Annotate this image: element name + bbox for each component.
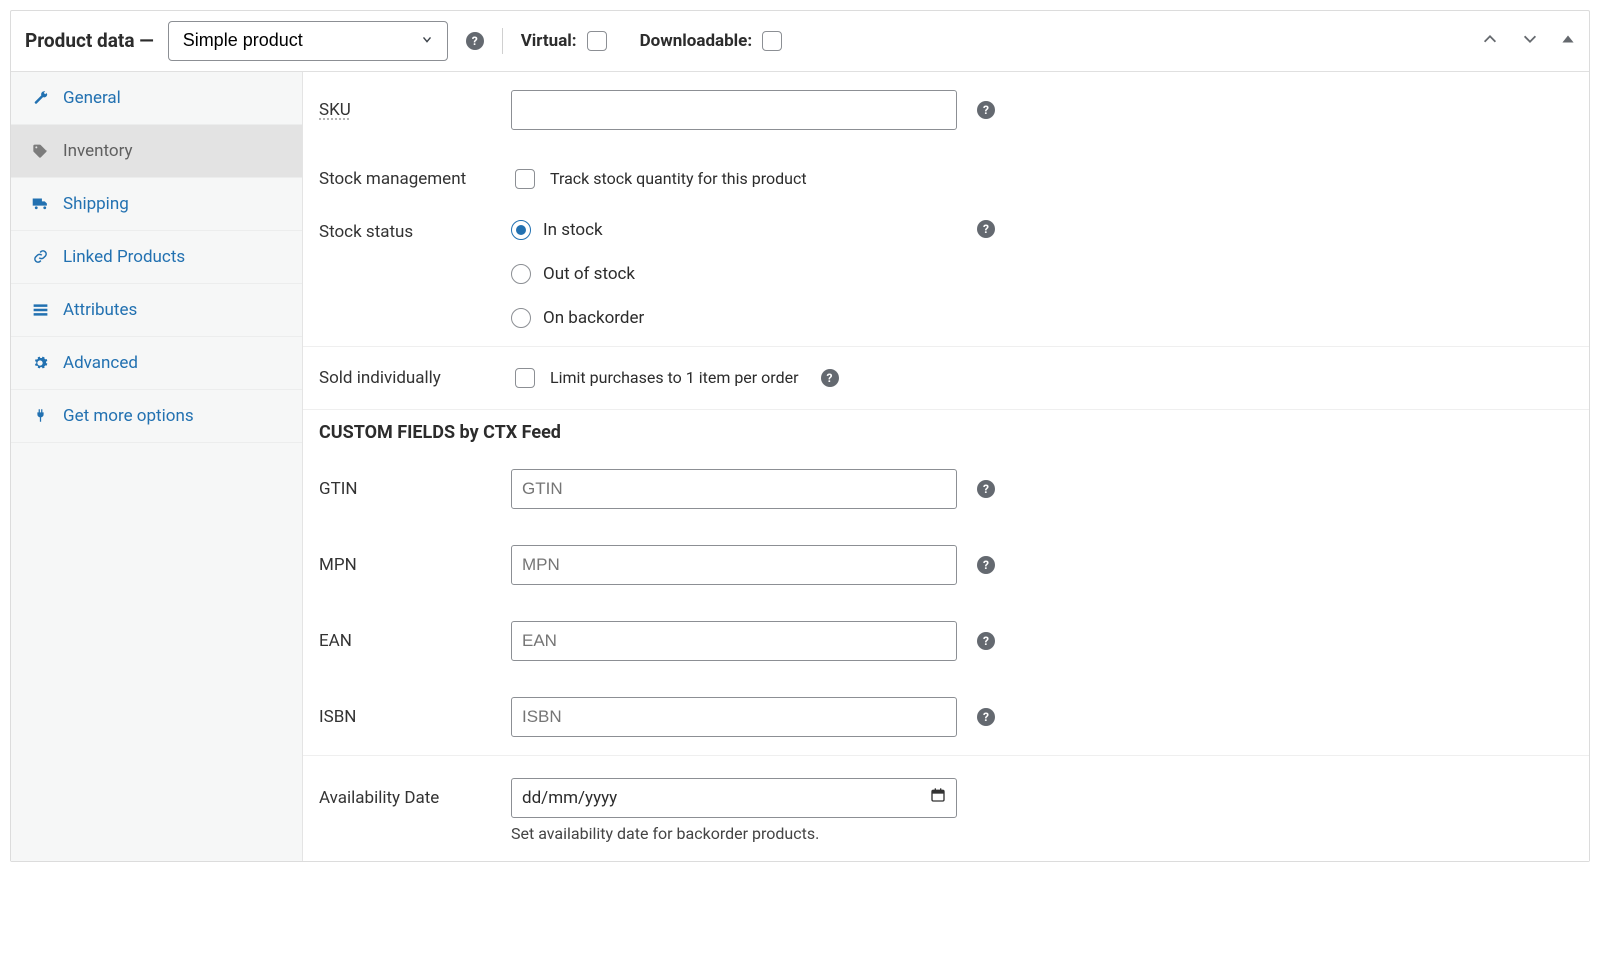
gear-icon (31, 355, 49, 371)
help-icon[interactable]: ? (466, 32, 484, 50)
product-data-title: Product data — (25, 29, 154, 52)
downloadable-checkbox[interactable] (762, 31, 782, 51)
tab-inventory[interactable]: Inventory (11, 125, 302, 178)
help-icon[interactable]: ? (977, 101, 995, 119)
product-data-metabox: Product data — Simple product ? Virtual:… (10, 10, 1590, 862)
product-data-header: Product data — Simple product ? Virtual:… (11, 11, 1589, 72)
help-icon[interactable]: ? (977, 632, 995, 650)
radio-label: On backorder (543, 308, 644, 328)
tab-get-more-options[interactable]: Get more options (11, 390, 302, 443)
inventory-panel: SKU ? Stock management Track stock quant… (303, 72, 1589, 861)
sold-individually-option: Limit purchases to 1 item per order (550, 368, 799, 387)
tab-linked-products[interactable]: Linked Products (11, 231, 302, 284)
custom-fields-heading: CUSTOM FIELDS by CTX Feed (303, 410, 1589, 451)
collapse-icon[interactable] (1561, 31, 1575, 50)
date-placeholder: dd/mm/yyyy (522, 788, 617, 808)
product-data-tabs: General Inventory Shipping Linked Produc… (11, 72, 303, 861)
tab-label: Get more options (63, 406, 194, 426)
radio-label: Out of stock (543, 264, 635, 284)
availability-date-hint: Set availability date for backorder prod… (511, 824, 957, 843)
help-icon[interactable]: ? (977, 556, 995, 574)
ean-label: EAN (319, 631, 511, 651)
sku-label: SKU (319, 100, 511, 120)
sold-individually-label: Sold individually (319, 368, 511, 388)
divider (502, 28, 503, 54)
tag-icon (31, 143, 49, 159)
link-icon (31, 249, 49, 264)
help-icon[interactable]: ? (977, 708, 995, 726)
stock-management-label: Stock management (319, 169, 511, 189)
radio-label: In stock (543, 220, 603, 240)
availability-date-label: Availability Date (319, 778, 511, 808)
stock-status-out-of-stock[interactable] (511, 264, 531, 284)
gtin-input[interactable] (511, 469, 957, 509)
tab-attributes[interactable]: Attributes (11, 284, 302, 337)
track-stock-checkbox[interactable] (515, 169, 535, 189)
calendar-icon (930, 787, 946, 808)
tab-label: Attributes (63, 300, 137, 320)
gtin-label: GTIN (319, 479, 511, 499)
downloadable-label: Downloadable: (640, 31, 753, 51)
help-icon[interactable]: ? (977, 220, 995, 238)
stock-status-backorder[interactable] (511, 308, 531, 328)
tab-label: Linked Products (63, 247, 185, 267)
tab-label: Shipping (63, 194, 129, 214)
truck-icon (31, 196, 49, 211)
list-icon (31, 303, 49, 317)
plug-icon (31, 408, 49, 423)
tab-advanced[interactable]: Advanced (11, 337, 302, 390)
sku-input[interactable] (511, 90, 957, 130)
tab-label: General (63, 88, 121, 108)
isbn-label: ISBN (319, 707, 511, 727)
tab-general[interactable]: General (11, 72, 302, 125)
mpn-label: MPN (319, 555, 511, 575)
virtual-label: Virtual: (521, 31, 577, 51)
availability-date-input[interactable]: dd/mm/yyyy (511, 778, 957, 818)
ean-input[interactable] (511, 621, 957, 661)
tab-label: Inventory (63, 141, 133, 161)
move-up-icon[interactable] (1481, 30, 1499, 52)
stock-status-label: Stock status (319, 220, 511, 242)
wrench-icon (31, 90, 49, 105)
help-icon[interactable]: ? (821, 369, 839, 387)
product-type-select[interactable]: Simple product (168, 21, 448, 61)
virtual-checkbox[interactable] (587, 31, 607, 51)
help-icon[interactable]: ? (977, 480, 995, 498)
mpn-input[interactable] (511, 545, 957, 585)
tab-label: Advanced (63, 353, 138, 373)
track-stock-label: Track stock quantity for this product (550, 169, 807, 188)
tab-shipping[interactable]: Shipping (11, 178, 302, 231)
stock-status-in-stock[interactable] (511, 220, 531, 240)
move-down-icon[interactable] (1521, 30, 1539, 52)
isbn-input[interactable] (511, 697, 957, 737)
sold-individually-checkbox[interactable] (515, 368, 535, 388)
